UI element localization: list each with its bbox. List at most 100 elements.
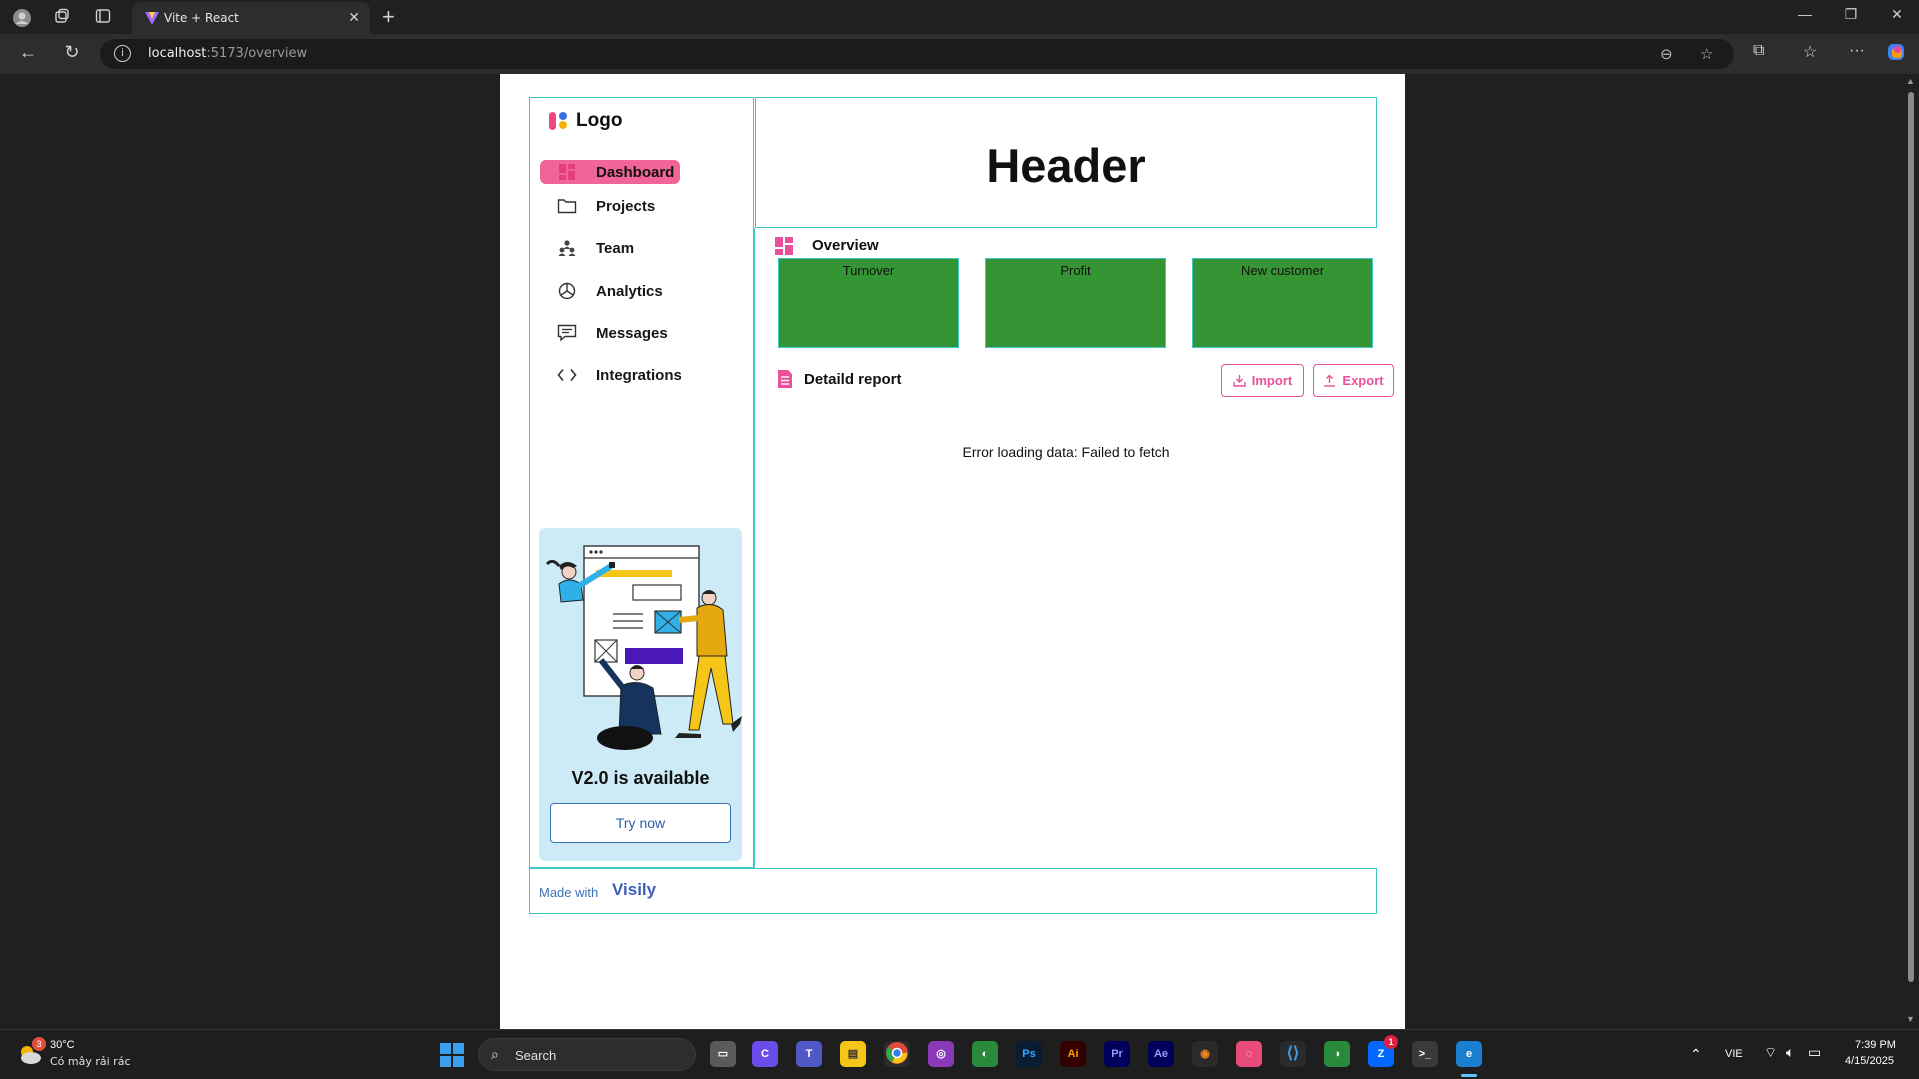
creative-cloud-icon[interactable]: ◌ [1236, 1041, 1262, 1067]
export-label: Export [1342, 373, 1384, 388]
back-icon[interactable]: ← [16, 42, 40, 63]
show-hidden-icons-icon[interactable]: ⌃ [1690, 1046, 1702, 1063]
card-label: Profit [1060, 263, 1091, 278]
battery-icon[interactable]: ▭ [1808, 1044, 1821, 1061]
weather-badge: 3 [32, 1037, 46, 1051]
import-button[interactable]: Import [1221, 364, 1304, 397]
upgrade-promo-card: V2.0 is available Try now [539, 528, 742, 861]
message-icon [556, 323, 578, 343]
refresh-icon[interactable]: ↻ [60, 42, 84, 63]
scroll-up-icon[interactable]: ▲ [1906, 76, 1915, 86]
copilot-icon[interactable] [1886, 42, 1906, 67]
more-menu-icon[interactable]: ··· [1849, 42, 1865, 60]
page-scrollbar[interactable]: ▲ ▼ [1903, 74, 1919, 1029]
page-title: Header [986, 139, 1146, 192]
language-indicator[interactable]: VIE [1725, 1048, 1743, 1060]
premiere-icon[interactable]: Pr [1104, 1041, 1130, 1067]
sidebar-item-projects[interactable]: Projects [540, 194, 655, 218]
try-now-button[interactable]: Try now [550, 803, 731, 843]
logo-icon [548, 110, 570, 132]
promo-title: V2.0 is available [571, 768, 710, 788]
messenger-icon[interactable]: ◎ [928, 1041, 954, 1067]
weather-icon[interactable]: 3 [16, 1037, 46, 1068]
sidebar-item-label: Integrations [596, 366, 682, 384]
volume-icon[interactable]: 🔈︎ [1786, 1044, 1794, 1061]
team-icon [556, 238, 578, 258]
web-page: Logo Dashboard Projects Team Analytics M… [500, 74, 1405, 1029]
export-button[interactable]: Export [1313, 364, 1394, 397]
main-divider [754, 228, 755, 868]
weather-temperature: 30°C [50, 1039, 75, 1051]
teams-icon[interactable]: T [796, 1041, 822, 1067]
tab-actions-icon[interactable] [93, 8, 113, 26]
weather-description: Có mây rải rác [50, 1055, 131, 1068]
active-app-indicator [1461, 1074, 1477, 1077]
close-tab-icon[interactable]: ✕ [348, 9, 360, 26]
new-tab-icon[interactable]: + [382, 4, 395, 30]
windows-start-icon[interactable] [440, 1043, 464, 1072]
zoom-icon[interactable]: ⊖ [1660, 45, 1673, 63]
sidebar-item-team[interactable]: Team [540, 236, 634, 260]
report-title: Detaild report [804, 371, 902, 388]
import-icon [1233, 375, 1246, 387]
clock-date[interactable]: 4/15/2025 [1845, 1055, 1894, 1067]
tab-title: Vite + React [164, 11, 239, 25]
made-with-text: Made with [539, 885, 599, 900]
restore-icon[interactable]: ❐ [1836, 6, 1866, 23]
browser-tab[interactable]: Vite + React ✕ [132, 2, 370, 34]
sidebar-item-label: Analytics [596, 282, 663, 300]
sidebar-item-messages[interactable]: Messages [540, 321, 668, 345]
minimize-icon[interactable]: — [1790, 6, 1820, 22]
visily-logo[interactable]: Visily [612, 880, 656, 900]
app2-icon[interactable]: ◑ [1324, 1041, 1350, 1067]
metric-card-new-customer[interactable]: New customer [1192, 258, 1373, 348]
extensions-icon[interactable]: ⧉ [1753, 42, 1764, 60]
clock-time[interactable]: 7:39 PM [1855, 1039, 1896, 1051]
blender-icon[interactable]: ◉ [1192, 1041, 1218, 1067]
site-info-icon[interactable]: i [114, 45, 131, 62]
app-icon[interactable]: ◐ [972, 1041, 998, 1067]
overview-title: Overview [812, 237, 879, 254]
os-taskbar: 3 30°C Có mây rải rác ⌕ Search ▭ C T ▤ ◎… [0, 1029, 1919, 1079]
export-icon [1324, 374, 1336, 387]
logo[interactable]: Logo [548, 110, 622, 132]
wifi-icon[interactable]: ⌔ [1764, 1044, 1777, 1062]
workspaces-icon[interactable] [52, 8, 72, 26]
terminal-icon[interactable]: >_ [1412, 1041, 1438, 1067]
chrome-icon[interactable] [884, 1041, 910, 1067]
sidebar-item-label: Dashboard [596, 163, 675, 181]
code-icon [556, 365, 578, 385]
metric-card-turnover[interactable]: Turnover [778, 258, 959, 348]
profile-icon[interactable] [12, 8, 32, 27]
edge-icon[interactable]: e [1456, 1041, 1482, 1067]
after-effects-icon[interactable]: Ae [1148, 1041, 1174, 1067]
vscode-icon[interactable]: ⟨⟩ [1280, 1041, 1306, 1067]
file-explorer-icon[interactable]: ▤ [840, 1041, 866, 1067]
sidebar-item-analytics[interactable]: Analytics [540, 279, 663, 303]
scroll-down-icon[interactable]: ▼ [1906, 1014, 1915, 1024]
copilot-app-icon[interactable]: C [752, 1041, 778, 1067]
favorite-star-icon[interactable]: ☆ [1700, 45, 1713, 63]
folder-icon [556, 196, 578, 216]
task-view-icon[interactable]: ▭ [710, 1041, 736, 1067]
promo-illustration [545, 545, 742, 750]
sidebar-item-dashboard[interactable]: Dashboard [540, 160, 680, 184]
dashboard-icon [556, 162, 578, 182]
url-text[interactable]: localhost:5173/overview [148, 46, 307, 61]
favorites-icon[interactable]: ☆ [1803, 42, 1817, 62]
scroll-thumb[interactable] [1908, 92, 1914, 982]
address-bar[interactable]: i localhost:5173/overview ⊖ ☆ [100, 39, 1734, 69]
sidebar-item-integrations[interactable]: Integrations [540, 363, 682, 387]
logo-text: Logo [576, 110, 623, 131]
close-window-icon[interactable]: ✕ [1882, 6, 1912, 23]
card-label: New customer [1240, 263, 1325, 278]
zalo-icon[interactable]: Z 1 [1368, 1035, 1398, 1067]
sidebar-item-label: Team [596, 239, 635, 257]
import-label: Import [1251, 373, 1293, 388]
illustrator-icon[interactable]: Ai [1060, 1041, 1086, 1067]
pie-chart-icon [556, 281, 578, 301]
photoshop-icon[interactable]: Ps [1016, 1041, 1042, 1067]
metric-card-profit[interactable]: Profit [985, 258, 1166, 348]
search-label: Search [515, 1048, 557, 1063]
taskbar-search[interactable]: ⌕ Search [478, 1038, 696, 1071]
